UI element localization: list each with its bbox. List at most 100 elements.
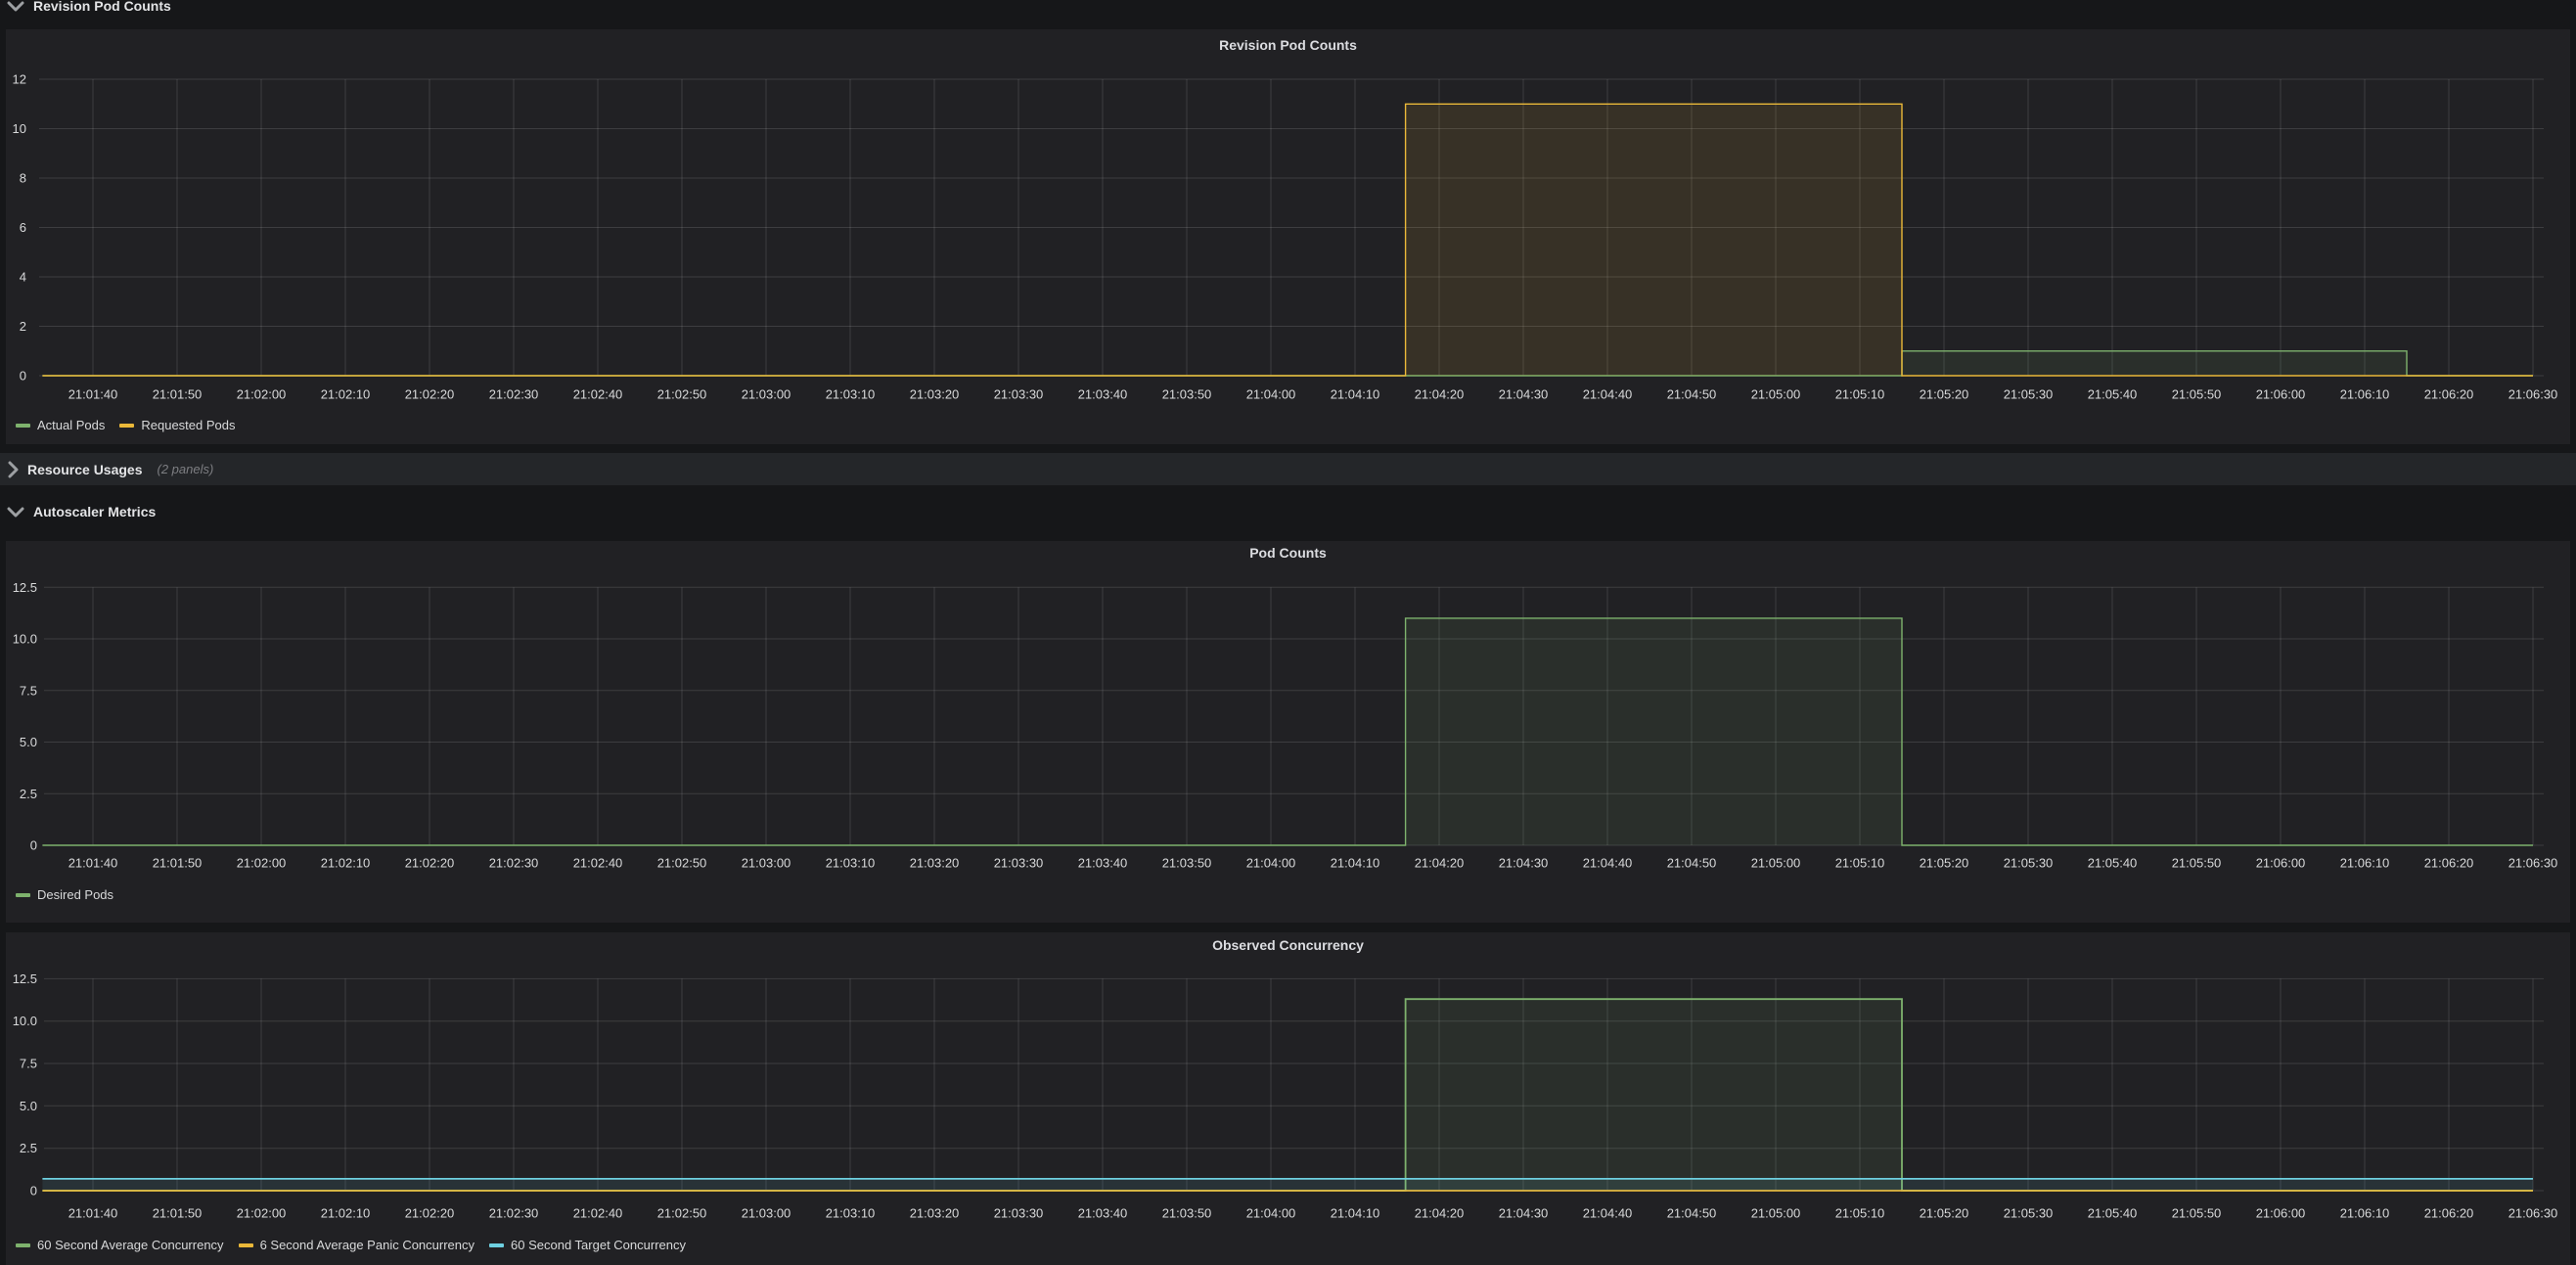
observed-concurrency-chart[interactable]: 21:01:40 21:01:50 21:02:00 21:02:10 21:02:20… [0, 932, 2576, 1265]
series-color-swatch [119, 424, 134, 428]
x-tick-label: 21:04:10 [1331, 387, 1380, 402]
legend-label: 60 Second Average Concurrency [37, 1238, 224, 1252]
x-tick-label: 21:06:30 [2508, 856, 2558, 871]
row-title: Resource Usages [27, 462, 143, 477]
x-tick-label: 21:01:40 [68, 1206, 118, 1221]
legend-item[interactable]: Requested Pods [119, 418, 235, 432]
pod-counts-chart[interactable]: 21:01:4021:01:5021:02:0021:02:1021:02:20… [0, 541, 2576, 923]
series-fill [42, 618, 2533, 845]
x-tick-label: 21:04:20 [1415, 387, 1465, 402]
legend-item[interactable]: Desired Pods [16, 887, 113, 902]
legend-label: Actual Pods [37, 418, 105, 432]
y-tick-label: 0 [30, 1184, 37, 1198]
x-tick-label: 21:05:10 [1835, 856, 1885, 871]
y-tick-label: 8 [20, 171, 26, 186]
series-color-swatch [489, 1243, 504, 1247]
x-tick-label: 21:01:50 [153, 856, 203, 871]
x-tick-label: 21:02:20 [405, 1206, 455, 1221]
x-tick-label: 21:03:50 [1162, 1206, 1212, 1221]
x-tick-label: 21:03:00 [742, 387, 791, 402]
series-line [42, 618, 2533, 845]
x-tick-label: 21:01:50 [153, 387, 203, 402]
row-revision-pod-counts[interactable]: Revision Pod Counts [0, 0, 2576, 19]
x-tick-label: 21:05:30 [2004, 1206, 2054, 1221]
x-tick-label: 21:04:50 [1667, 387, 1717, 402]
x-tick-label: 21:03:50 [1162, 856, 1212, 871]
row-title: Autoscaler Metrics [33, 504, 156, 520]
row-resource-usages[interactable]: Resource Usages (2 panels) [0, 453, 2576, 485]
y-tick-label: 2 [20, 319, 26, 334]
series-fill [42, 104, 2533, 376]
x-tick-label: 21:03:10 [826, 856, 876, 871]
x-tick-label: 21:02:40 [573, 387, 623, 402]
x-tick-label: 21:05:10 [1835, 1206, 1885, 1221]
x-tick-label: 21:02:50 [657, 387, 707, 402]
x-tick-label: 21:03:50 [1162, 387, 1212, 402]
x-tick-label: 21:05:20 [1920, 856, 1969, 871]
x-tick-label: 21:03:10 [826, 387, 876, 402]
x-tick-label: 21:05:10 [1835, 387, 1885, 402]
series-line [42, 999, 2533, 1191]
legend-label: Desired Pods [37, 887, 113, 902]
series-color-swatch [16, 424, 30, 428]
x-tick-label: 21:04:40 [1583, 387, 1633, 402]
panel-pod-counts: Pod Counts 21:01:4021:01:5021:02:0021:02… [6, 541, 2570, 923]
x-tick-label: 21:06:20 [2424, 1206, 2474, 1221]
x-tick-label: 21:02:10 [321, 387, 371, 402]
legend-label: 60 Second Target Concurrency [511, 1238, 686, 1252]
y-tick-label: 4 [20, 270, 26, 285]
x-tick-label: 21:04:00 [1246, 1206, 1296, 1221]
chart-legend: Desired Pods [16, 887, 113, 902]
series-fill [42, 1179, 2533, 1191]
x-tick-label: 21:05:30 [2004, 856, 2054, 871]
x-tick-label: 21:05:30 [2004, 387, 2054, 402]
legend-item[interactable]: Actual Pods [16, 418, 105, 432]
chart-legend: 60 Second Average Concurrency 6 Second Av… [16, 1238, 686, 1252]
x-tick-label: 21:05:40 [2088, 1206, 2138, 1221]
y-tick-label: 0 [20, 369, 26, 384]
series-color-swatch [16, 893, 30, 897]
x-tick-label: 21:06:10 [2340, 1206, 2390, 1221]
x-tick-label: 21:05:40 [2088, 856, 2138, 871]
x-tick-label: 21:06:30 [2508, 387, 2558, 402]
legend-item[interactable]: 6 Second Average Panic Concurrency [239, 1238, 475, 1252]
x-tick-label: 21:01:40 [68, 856, 118, 871]
x-tick-label: 21:04:00 [1246, 856, 1296, 871]
x-tick-label: 21:05:50 [2172, 856, 2222, 871]
x-tick-label: 21:04:10 [1331, 856, 1380, 871]
legend-item[interactable]: 60 Second Average Concurrency [16, 1238, 224, 1252]
x-tick-label: 21:04:30 [1499, 856, 1549, 871]
x-tick-label: 21:03:40 [1078, 1206, 1128, 1221]
x-tick-label: 21:04:10 [1331, 1206, 1380, 1221]
x-tick-label: 21:01:50 [153, 1206, 203, 1221]
x-tick-label: 21:02:10 [321, 1206, 371, 1221]
x-tick-label: 21:04:40 [1583, 1206, 1633, 1221]
x-tick-label: 21:03:20 [910, 856, 960, 871]
legend-item[interactable]: 60 Second Target Concurrency [489, 1238, 686, 1252]
x-tick-label: 21:03:10 [826, 1206, 876, 1221]
row-autoscaler-metrics[interactable]: Autoscaler Metrics [0, 497, 2576, 526]
x-tick-label: 21:06:10 [2340, 856, 2390, 871]
x-tick-label: 21:04:30 [1499, 387, 1549, 402]
x-tick-label: 21:03:30 [994, 387, 1044, 402]
row-panel-count: (2 panels) [158, 462, 214, 476]
x-tick-label: 21:05:40 [2088, 387, 2138, 402]
chevron-down-icon [7, 0, 24, 12]
series-color-swatch [16, 1243, 30, 1247]
x-tick-label: 21:02:10 [321, 856, 371, 871]
revision-pod-counts-chart[interactable]: 21:01:4021:01:5021:02:0021:02:1021:02:20… [0, 29, 2576, 444]
y-tick-label: 5.0 [20, 1099, 37, 1113]
x-tick-label: 21:02:00 [237, 1206, 287, 1221]
x-tick-label: 21:05:20 [1920, 387, 1969, 402]
x-tick-label: 21:05:00 [1751, 856, 1801, 871]
x-tick-label: 21:04:30 [1499, 1206, 1549, 1221]
chart-legend: Actual Pods Requested Pods [16, 418, 236, 432]
x-tick-label: 21:02:30 [489, 387, 539, 402]
y-tick-label: 10.0 [13, 632, 37, 647]
x-tick-label: 21:03:30 [994, 1206, 1044, 1221]
x-tick-label: 21:02:30 [489, 1206, 539, 1221]
x-tick-label: 21:03:20 [910, 387, 960, 402]
x-tick-label: 21:03:20 [910, 1206, 960, 1221]
chevron-right-icon [7, 461, 19, 478]
y-tick-label: 12.5 [13, 971, 37, 986]
